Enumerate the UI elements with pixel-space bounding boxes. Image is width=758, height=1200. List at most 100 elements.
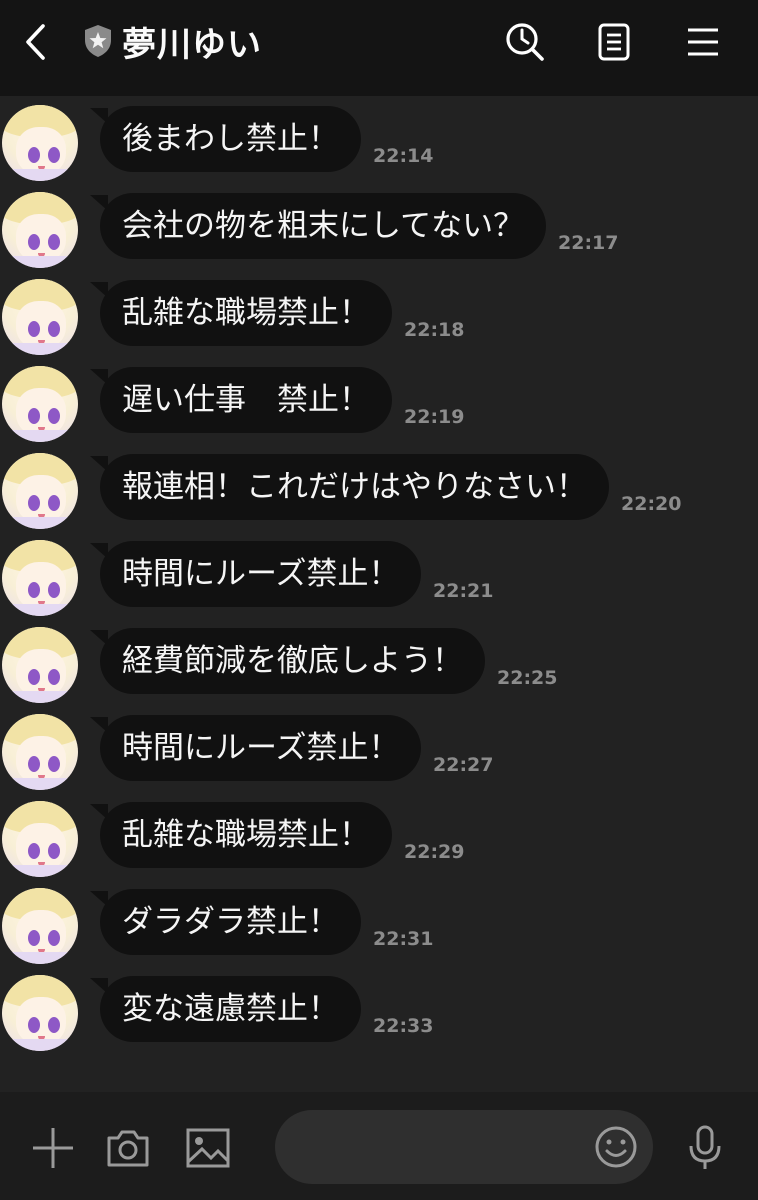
message-timestamp: 22:18 [404,319,465,341]
avatar-part [2,256,78,268]
message-timestamp: 22:27 [433,754,494,776]
camera-button[interactable] [104,1124,152,1172]
back-button[interactable] [14,20,58,64]
image-button[interactable] [184,1124,232,1172]
menu-button[interactable] [681,20,725,64]
message-timestamp: 22:31 [373,928,434,950]
sender-avatar[interactable] [2,453,78,529]
image-icon [186,1128,230,1168]
avatar-part [2,1039,78,1051]
avatar-part [2,604,78,616]
message-bubble[interactable]: 後まわし禁止！ [90,106,361,172]
avatar-part [48,843,60,859]
voice-button[interactable] [681,1124,729,1172]
notes-button[interactable] [592,20,636,64]
notes-icon [598,23,630,61]
message-row: 報連相！これだけはやりなさい！ 22:20 [0,447,758,534]
avatar-part [48,147,60,163]
message-bubble[interactable]: 経費節減を徹底しよう！ [90,628,485,694]
avatar-part [2,430,78,442]
avatar-part [2,952,78,964]
message-timestamp: 22:19 [404,406,465,428]
message-bubble[interactable]: 報連相！これだけはやりなさい！ [90,454,609,520]
message-row: 乱雑な職場禁止！ 22:29 [0,795,758,882]
avatar-part [28,1017,40,1033]
back-chevron-icon [26,24,45,60]
message-row: 時間にルーズ禁止！ 22:21 [0,534,758,621]
avatar-part [28,582,40,598]
microphone-icon [689,1125,721,1169]
emoji-icon [595,1126,637,1168]
avatar-part [48,1017,60,1033]
message-row: 時間にルーズ禁止！ 22:27 [0,708,758,795]
message-list[interactable]: 後まわし禁止！22:13後まわし禁止！22:14会社の物を粗末にしてない？22:… [0,96,758,1090]
avatar-part [48,495,60,511]
message-row: 遅い仕事 禁止！ 22:19 [0,360,758,447]
avatar-part [48,930,60,946]
avatar-part [2,865,78,877]
avatar-part [28,321,40,337]
avatar-part [48,582,60,598]
message-row: ダラダラ禁止！ 22:31 [0,882,758,969]
message-row: 変な遠慮禁止！ 22:33 [0,969,758,1056]
message-bubble[interactable]: 乱雑な職場禁止！ [90,280,392,346]
avatar-part [48,321,60,337]
message-timestamp: 22:20 [621,493,682,515]
sender-avatar[interactable] [2,627,78,703]
message-row: 乱雑な職場禁止！ 22:18 [0,273,758,360]
add-button[interactable] [29,1124,77,1172]
avatar-part [48,408,60,424]
avatar-part [28,756,40,772]
sender-avatar[interactable] [2,888,78,964]
avatar-part [28,234,40,250]
avatar-part [28,495,40,511]
input-bar [0,1092,758,1200]
avatar-part [2,778,78,790]
plus-icon [33,1128,73,1168]
sender-avatar[interactable] [2,975,78,1051]
avatar-part [2,169,78,181]
sender-avatar[interactable] [2,366,78,442]
message-timestamp: 22:29 [404,841,465,863]
sender-avatar[interactable] [2,540,78,616]
message-timestamp: 22:17 [558,232,619,254]
chat-title-group[interactable]: 夢川ゆい [82,18,262,65]
avatar-part [28,843,40,859]
search-history-button[interactable] [503,20,547,64]
sender-avatar[interactable] [2,105,78,181]
message-row: 後まわし禁止！ 22:14 [0,99,758,186]
chat-title: 夢川ゆい [122,24,262,65]
clock-search-icon [506,23,544,61]
avatar-part [2,517,78,529]
avatar-part [28,669,40,685]
avatar-part [48,669,60,685]
sender-avatar[interactable] [2,714,78,790]
message-bubble[interactable]: 時間にルーズ禁止！ [89,541,422,607]
camera-icon [107,1130,149,1167]
chat-header: 夢川ゆい [0,0,758,96]
message-bubble[interactable]: 乱雑な職場禁止！ [90,802,392,868]
avatar-part [28,147,40,163]
avatar-part [48,234,60,250]
shield-star-icon [85,25,111,57]
message-bubble[interactable]: ダラダラ禁止！ [90,889,361,955]
message-row: 経費節減を徹底しよう！ 22:25 [0,621,758,708]
avatar-part [28,408,40,424]
message-row: 会社の物を粗末にしてない？ 22:17 [0,186,758,273]
sender-avatar[interactable] [2,279,78,355]
message-bubble[interactable]: 遅い仕事 禁止！ [90,367,392,433]
message-list-inner: 後まわし禁止！22:13後まわし禁止！22:14会社の物を粗末にしてない？22:… [0,96,758,1056]
avatar-part [2,343,78,355]
menu-icon [688,28,718,56]
message-bubble[interactable]: 会社の物を粗末にしてない？ [89,193,547,259]
emoji-button[interactable] [592,1123,640,1171]
sender-avatar[interactable] [2,801,78,877]
message-bubble[interactable]: 時間にルーズ禁止！ [89,715,422,781]
avatar-part [28,930,40,946]
avatar-part [48,756,60,772]
avatar-part [2,691,78,703]
message-timestamp: 22:33 [373,1015,434,1037]
message-timestamp: 22:14 [373,145,434,167]
message-bubble[interactable]: 変な遠慮禁止！ [90,976,361,1042]
sender-avatar[interactable] [2,192,78,268]
